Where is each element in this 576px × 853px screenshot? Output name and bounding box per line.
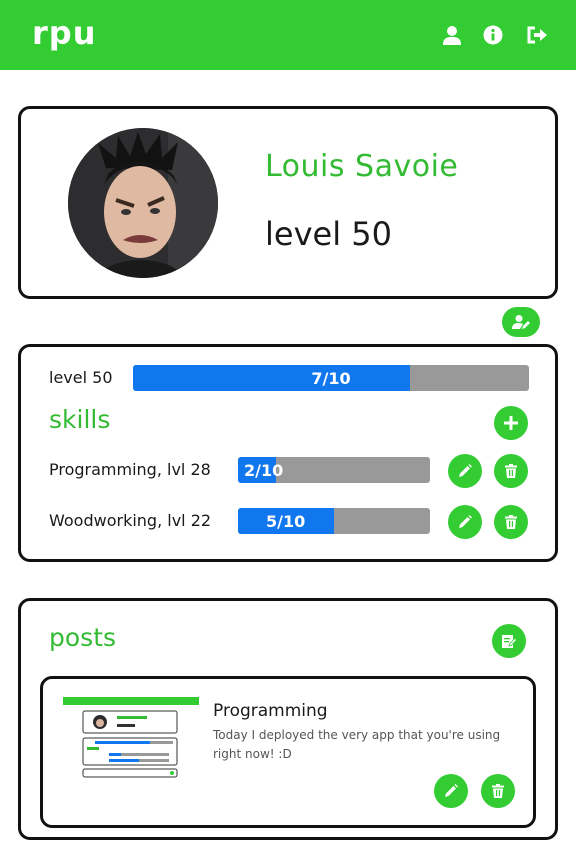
skill-progress-text: 2/10	[244, 460, 284, 480]
skill-label: Woodworking, lvl 22	[49, 511, 212, 530]
delete-skill-button[interactable]	[494, 454, 528, 488]
edit-profile-button[interactable]	[502, 307, 540, 337]
info-icon[interactable]	[482, 24, 504, 46]
xp-progress-bar: 7/10	[133, 365, 529, 391]
post-title: Programming	[213, 701, 328, 721]
profile-level: level 50	[265, 215, 392, 253]
edit-skill-button[interactable]	[448, 505, 482, 539]
skills-title: skills	[49, 405, 111, 434]
user-edit-icon	[512, 315, 530, 329]
brand-logo[interactable]: rpu	[32, 14, 96, 52]
skill-progress-text: 5/10	[266, 511, 306, 531]
add-skill-button[interactable]	[494, 406, 528, 440]
post-item[interactable]: Programming Today I deployed the very ap…	[40, 676, 536, 828]
new-post-button[interactable]	[492, 624, 526, 658]
top-navbar: rpu	[0, 0, 576, 70]
xp-progress-text: 7/10	[311, 368, 351, 388]
delete-skill-button[interactable]	[494, 505, 528, 539]
logout-icon[interactable]	[526, 24, 548, 46]
plus-icon	[504, 416, 518, 430]
xp-level-label: level 50	[49, 368, 113, 387]
pencil-icon	[459, 515, 472, 528]
delete-post-button[interactable]	[481, 774, 515, 808]
skill-progress-bar: 5/10	[238, 508, 430, 534]
post-thumbnail	[63, 697, 199, 781]
posts-title: posts	[49, 623, 117, 652]
skills-card: level 50 7/10 skills Programming, lvl 28…	[18, 344, 558, 562]
skill-label: Programming, lvl 28	[49, 460, 211, 479]
trash-icon	[505, 464, 517, 478]
skill-progress-bar: 2/10	[238, 457, 430, 483]
pencil-icon	[459, 464, 472, 477]
edit-post-button[interactable]	[434, 774, 468, 808]
pencil-icon	[445, 784, 458, 797]
post-edit-icon	[501, 635, 517, 648]
user-icon[interactable]	[441, 24, 463, 46]
trash-icon	[505, 515, 517, 529]
avatar	[68, 128, 218, 278]
trash-icon	[492, 784, 504, 798]
edit-skill-button[interactable]	[448, 454, 482, 488]
profile-card: Louis Savoie level 50	[18, 106, 558, 299]
profile-name: Louis Savoie	[265, 149, 459, 184]
post-body: Today I deployed the very app that you'r…	[213, 728, 501, 761]
